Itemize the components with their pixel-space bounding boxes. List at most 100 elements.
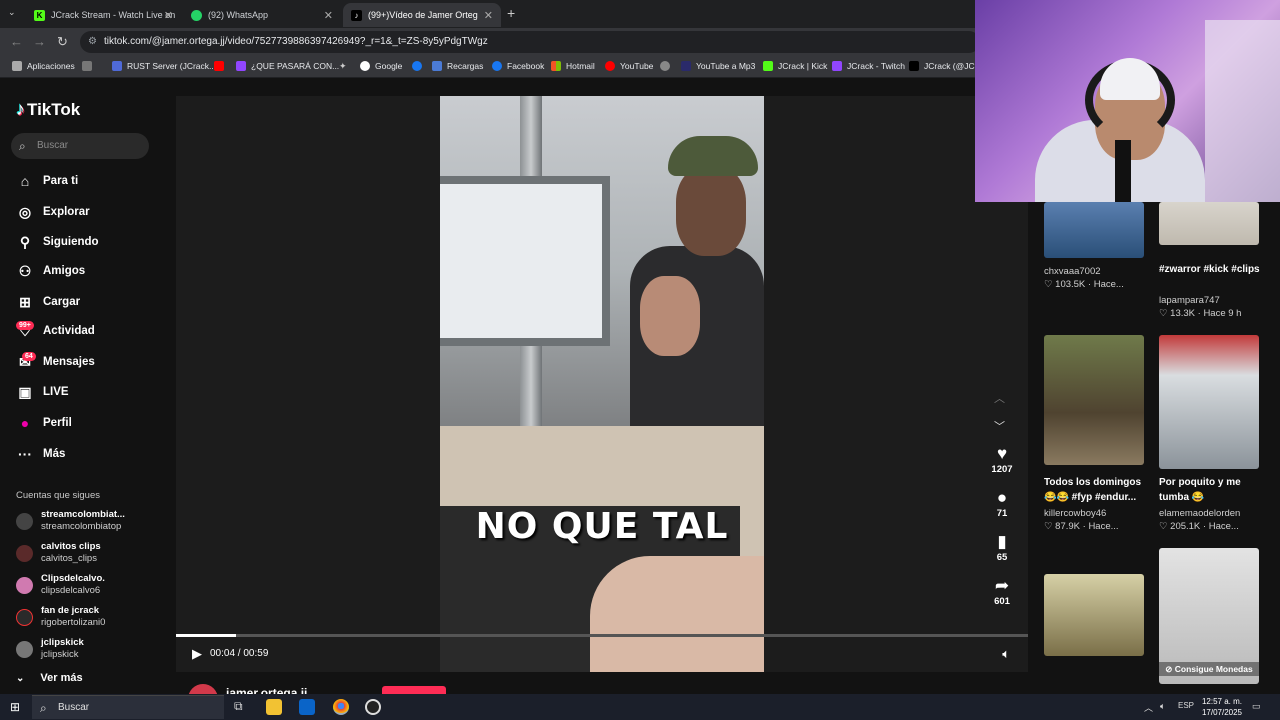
video-progress-fill	[176, 634, 236, 637]
play-icon[interactable]: ▶	[192, 646, 202, 662]
tab-tiktok-video[interactable]: ♪ (99+)Vídeo de Jamer Orteg ✕	[343, 3, 501, 27]
nav-explorar[interactable]: ◎ Explorar	[16, 202, 90, 222]
file-explorer-icon[interactable]	[266, 699, 282, 715]
windows-start-icon[interactable]: ⊞	[10, 700, 20, 714]
nav-siguiendo[interactable]: ⚲ Siguiendo	[16, 232, 99, 252]
nav-live[interactable]: ▣ LIVE	[16, 382, 68, 402]
apps-grid-icon	[12, 61, 22, 71]
share-button[interactable]: ➦ 601	[990, 576, 1014, 607]
video-progress-bar[interactable]	[176, 634, 1028, 637]
bookmark-que-pasara-twitch[interactable]: ¿QUE PASARÁ CON...	[236, 61, 339, 71]
like-count: 13.3K	[1170, 308, 1195, 319]
bookmark-jcrack-x[interactable]: JCrack (@JCra	[909, 61, 982, 71]
bookmark-google[interactable]: Google	[360, 61, 402, 71]
tab-jcrack-stream[interactable]: K JCrack Stream - Watch Live on K ✕	[26, 3, 181, 27]
coins-overlay[interactable]: ⊘ Consigue Monedas	[1159, 662, 1259, 676]
tab-whatsapp[interactable]: (92) WhatsApp ✕	[183, 3, 341, 27]
nav-amigos[interactable]: ⚇ Amigos	[16, 261, 85, 281]
video-stats: ♡ 205.1K · Hace...	[1159, 521, 1239, 532]
google-icon	[360, 61, 370, 71]
account-handle: clipsdelcalvo6	[41, 585, 101, 596]
bookmark-rust[interactable]: RUST Server (JCrack...	[112, 61, 216, 71]
tiktok-logo[interactable]: ♪ TikTok	[16, 99, 80, 120]
taskbar-search[interactable]: ⌕ Buscar	[32, 695, 224, 719]
close-icon[interactable]: ✕	[324, 9, 333, 22]
bookmark-star[interactable]: ✦	[339, 61, 352, 72]
close-icon[interactable]: ✕	[484, 9, 493, 22]
heart-icon: ♡	[1044, 279, 1056, 290]
home-icon: ⌂	[20, 173, 30, 189]
video-age: Hace...	[1208, 521, 1239, 532]
like-button[interactable]: ♥ 1207	[990, 444, 1014, 475]
notification-icon[interactable]: ▭	[1252, 701, 1261, 712]
comment-button[interactable]: ● 71	[990, 488, 1014, 519]
bookmark-facebook[interactable]: Facebook	[492, 61, 544, 71]
bookmark-jcrack-twitch[interactable]: JCrack - Twitch	[832, 61, 905, 71]
nav-label: Explorar	[43, 206, 90, 218]
tray-chevron-icon[interactable]: ︿	[1144, 701, 1153, 714]
search-input[interactable]: ⌕ Buscar	[11, 133, 149, 159]
activity-badge: 99+	[16, 321, 34, 330]
close-icon[interactable]: ✕	[164, 9, 173, 22]
back-icon[interactable]: ←	[10, 34, 23, 49]
video-thumbnail	[1044, 574, 1144, 656]
language-indicator[interactable]: ESP	[1178, 701, 1194, 710]
like-count: 1207	[991, 464, 1013, 475]
bookmark-apps[interactable]: Aplicaciones	[12, 61, 75, 71]
see-more-label: Ver más	[40, 672, 83, 684]
bookmark-facebook-1[interactable]	[412, 61, 427, 71]
nav-cargar[interactable]: ⊞ Cargar	[16, 292, 80, 312]
recargas-icon	[432, 61, 442, 71]
obs-icon[interactable]	[365, 699, 381, 715]
task-view-icon[interactable]: ⧉	[234, 699, 243, 714]
chrome-icon[interactable]	[333, 699, 349, 715]
bookmark-youtube[interactable]: YouTube	[605, 61, 653, 71]
save-button[interactable]: ▮ 65	[990, 532, 1014, 563]
windows-taskbar: ⊞ ⌕ Buscar ⧉ ︿ 🔈︎ ESP 12:57 a. m. 17/07/…	[0, 694, 1280, 720]
share-icon: ➦	[994, 576, 1010, 595]
bookmark-grid[interactable]	[82, 61, 97, 71]
bookmark-jcrack-kick[interactable]: JCrack | Kick	[763, 61, 827, 71]
nav-para-ti[interactable]: ⌂ Para ti	[16, 171, 78, 191]
scroll-down-icon[interactable]: ﹀	[994, 418, 1005, 434]
account-handle: rigobertolizani0	[41, 617, 106, 628]
avatar	[16, 545, 33, 562]
reload-icon[interactable]: ↻	[57, 34, 68, 50]
outlook-icon[interactable]	[299, 699, 315, 715]
account-handle: streamcolombiatop	[41, 521, 122, 532]
video-title: #zwarror #kick #clips	[1159, 264, 1260, 275]
new-tab-button[interactable]: +	[507, 5, 515, 21]
video-stats: ♡ 13.3K · Hace 9 h	[1159, 308, 1242, 319]
avatar	[16, 609, 33, 626]
bookmark-que-pasara[interactable]	[214, 61, 229, 71]
nav-label: Siguiendo	[43, 236, 99, 248]
forward-icon[interactable]: →	[33, 34, 46, 49]
live-icon: ▣	[18, 383, 32, 400]
grid-icon	[82, 61, 92, 71]
microphone	[1115, 140, 1131, 202]
facebook-icon	[412, 61, 422, 71]
bookmark-hotmail[interactable]: Hotmail	[551, 61, 595, 71]
bookmark-globe[interactable]	[660, 61, 675, 71]
see-more-link[interactable]: ⌄ Ver más	[16, 672, 83, 684]
bookmark-recargas[interactable]: Recargas	[432, 61, 483, 71]
taskbar-clock[interactable]: 12:57 a. m. 17/07/2025	[1202, 696, 1242, 718]
bookmark-label: JCrack - Twitch	[847, 61, 905, 71]
scroll-up-icon[interactable]: ︿	[994, 390, 1005, 406]
nav-perfil[interactable]: ● Perfil	[16, 413, 72, 433]
site-settings-icon[interactable]: ⚙	[88, 31, 97, 53]
tab-list-chevron-icon[interactable]: ⌄	[8, 7, 16, 18]
x-icon	[909, 61, 919, 71]
volume-icon[interactable]: 🔈︎	[1002, 646, 1010, 662]
like-count: 103.5K	[1055, 279, 1086, 290]
url-field[interactable]: ⚙ tiktok.com/@jamer.ortega.jj/video/7527…	[80, 31, 980, 53]
video-player[interactable]: NO QUE TAL ︿ ﹀ ♥ 1207 ● 71 ▮ 65 ➦ 601 ▶ 00:0…	[176, 96, 1028, 672]
bookmark-label: JCrack (@JCra	[924, 61, 983, 71]
account-handle: jclipskick	[41, 649, 79, 660]
speaker-icon[interactable]: 🔈︎	[1160, 701, 1165, 712]
bookmark-youtube-mp3[interactable]: YouTube a Mp3	[681, 61, 755, 71]
nav-mas[interactable]: ··· Más	[16, 444, 65, 464]
video-time: 00:04 / 00:59	[210, 648, 269, 659]
bookmark-label: Aplicaciones	[27, 61, 75, 71]
video-frame[interactable]: NO QUE TAL	[440, 96, 764, 672]
